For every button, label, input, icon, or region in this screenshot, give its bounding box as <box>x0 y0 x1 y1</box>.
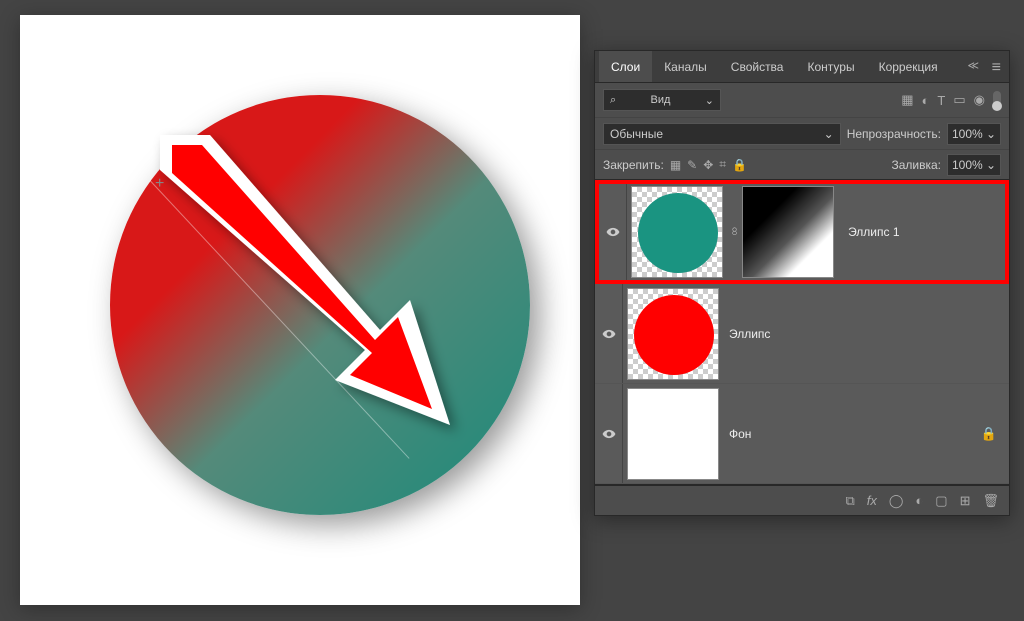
layer-thumbnail[interactable] <box>627 288 719 380</box>
layer-thumbnail[interactable] <box>627 388 719 480</box>
ellipse-shape[interactable] <box>110 95 530 515</box>
chevron-down-icon: ⌄ <box>705 94 714 107</box>
blend-mode-dropdown[interactable]: Обычные ⌄ <box>603 123 841 145</box>
filter-smartobject-icon[interactable]: ◉ <box>974 92 985 108</box>
fill-input[interactable]: 100% ⌄ <box>947 154 1001 176</box>
canvas-area[interactable]: + <box>20 15 580 605</box>
eye-icon <box>602 427 616 441</box>
opacity-input[interactable]: 100% ⌄ <box>947 123 1001 145</box>
lock-transparency-icon[interactable]: ▦ <box>670 158 681 172</box>
add-mask-icon[interactable]: ◯ <box>889 493 904 509</box>
chevron-down-icon: ⌄ <box>986 158 996 172</box>
fill-label: Заливка: <box>891 158 941 172</box>
chevron-down-icon: ⌄ <box>986 127 996 141</box>
opacity-value-text: 100% <box>952 127 983 141</box>
tab-channels[interactable]: Каналы <box>652 51 719 82</box>
blend-mode-value: Обычные <box>610 127 663 141</box>
eye-icon <box>606 225 620 239</box>
layer-row[interactable]: 𝟾 Эллипс 1 <box>595 180 1009 284</box>
layer-fx-icon[interactable]: fx <box>867 493 877 508</box>
layers-list: 𝟾 Эллипс 1 Эллипс Фон <box>595 179 1009 485</box>
filter-shape-icon[interactable]: ▭ <box>953 92 965 108</box>
filter-image-icon[interactable]: ▦ <box>901 92 913 108</box>
layer-row[interactable]: Фон 🔒 <box>595 384 1009 484</box>
blend-opacity-row: Обычные ⌄ Непрозрачность: 100% ⌄ <box>595 117 1009 149</box>
lock-pixels-icon[interactable]: ✎ <box>687 158 697 172</box>
filter-type-dropdown[interactable]: ⌕ Вид ⌄ <box>603 89 721 111</box>
filter-adjustment-icon[interactable]: ◐ <box>922 93 930 108</box>
layer-name[interactable]: Эллипс 1 <box>848 225 899 239</box>
tab-adjustments[interactable]: Коррекция <box>867 51 950 82</box>
new-layer-icon[interactable]: ⊞ <box>960 493 971 509</box>
eye-icon <box>602 327 616 341</box>
canvas-content: + <box>20 15 580 605</box>
layer-visibility-toggle[interactable] <box>595 284 623 383</box>
layer-filter-row: ⌕ Вид ⌄ ▦ ◐ T ▭ ◉ <box>595 83 1009 117</box>
delete-layer-icon[interactable]: 🗑 <box>982 493 999 509</box>
panel-tabs-header: Слои Каналы Свойства Контуры Коррекция ≪… <box>595 51 1009 83</box>
link-layers-icon[interactable]: ⧉ <box>845 493 854 509</box>
collapse-icon[interactable]: ≪ <box>967 59 979 72</box>
chevron-down-icon: ⌄ <box>824 127 834 141</box>
layer-mask-thumbnail[interactable] <box>742 186 834 278</box>
layer-thumbnail[interactable] <box>631 186 723 278</box>
lock-position-icon[interactable]: ✥ <box>703 158 713 172</box>
lock-label: Закрепить: <box>603 158 664 172</box>
lock-artboard-icon[interactable]: ⌗ <box>719 157 726 172</box>
filter-text-icon[interactable]: T <box>937 93 945 108</box>
adjustment-layer-icon[interactable]: ◐ <box>915 493 923 508</box>
layer-name[interactable]: Фон <box>729 427 751 441</box>
tab-properties[interactable]: Свойства <box>719 51 796 82</box>
filter-type-label: Вид <box>651 94 671 106</box>
tab-layers[interactable]: Слои <box>599 51 652 82</box>
crosshair-marker: + <box>155 175 167 187</box>
new-group-icon[interactable]: ▢ <box>935 493 947 509</box>
panel-menu-icon[interactable]: ≡ <box>992 59 1001 77</box>
opacity-label: Непрозрачность: <box>847 127 941 141</box>
lock-fill-row: Закрепить: ▦ ✎ ✥ ⌗ 🔒 Заливка: 100% ⌄ <box>595 149 1009 179</box>
tab-paths[interactable]: Контуры <box>795 51 866 82</box>
lock-all-icon[interactable]: 🔒 <box>732 158 747 172</box>
lock-icon[interactable]: 🔒 <box>981 426 997 442</box>
layer-visibility-toggle[interactable] <box>599 184 627 280</box>
layer-visibility-toggle[interactable] <box>595 384 623 483</box>
filter-toggle[interactable] <box>993 91 1001 109</box>
mask-link-icon[interactable]: 𝟾 <box>731 226 738 239</box>
search-icon: ⌕ <box>610 94 616 107</box>
layers-panel-footer: ⧉ fx ◯ ◐ ▢ ⊞ 🗑 <box>595 485 1009 515</box>
layer-row[interactable]: Эллипс <box>595 284 1009 384</box>
layers-panel: Слои Каналы Свойства Контуры Коррекция ≪… <box>594 50 1010 516</box>
layer-name[interactable]: Эллипс <box>729 327 770 341</box>
fill-value-text: 100% <box>952 158 983 172</box>
